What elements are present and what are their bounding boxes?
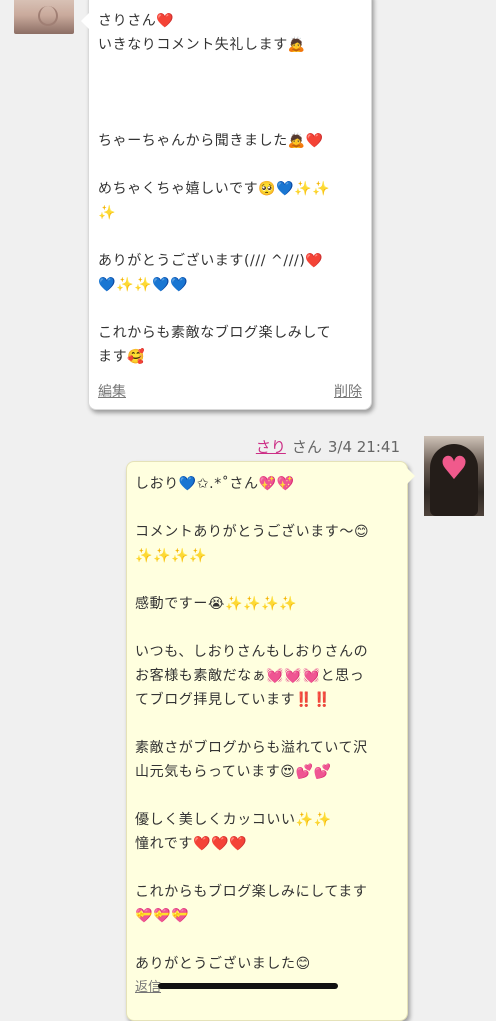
reply-author-avatar[interactable]: ♥ bbox=[424, 436, 484, 516]
reply-meta: さり さん 3/4 21:41 bbox=[256, 436, 400, 457]
reply-author-link[interactable]: さり bbox=[256, 436, 286, 457]
reply-text: しおり💙✩.*˚さん💖💖 コメントありがとうございます〜😊 ✨✨✨✨ 感動ですー… bbox=[135, 476, 370, 972]
delete-link[interactable]: 削除 bbox=[334, 381, 362, 401]
comment-text: さりさん❤️ いきなりコメント失礼します🙇 ちゃーちゃんから聞きました🙇❤️ め… bbox=[98, 13, 332, 365]
comment-bubble: さりさん❤️ いきなりコメント失礼します🙇 ちゃーちゃんから聞きました🙇❤️ め… bbox=[81, 0, 372, 410]
commenter-avatar[interactable] bbox=[14, 0, 74, 34]
reply-bubble: しおり💙✩.*˚さん💖💖 コメントありがとうございます〜😊 ✨✨✨✨ 感動ですー… bbox=[126, 461, 415, 1021]
heart-icon: ♥ bbox=[439, 449, 469, 487]
reply-author-honorific: さん bbox=[291, 438, 322, 456]
home-indicator[interactable] bbox=[158, 983, 338, 989]
comment-actions: 編集 削除 bbox=[98, 381, 362, 401]
edit-link[interactable]: 編集 bbox=[98, 381, 126, 401]
reply-timestamp: 3/4 21:41 bbox=[327, 438, 400, 456]
